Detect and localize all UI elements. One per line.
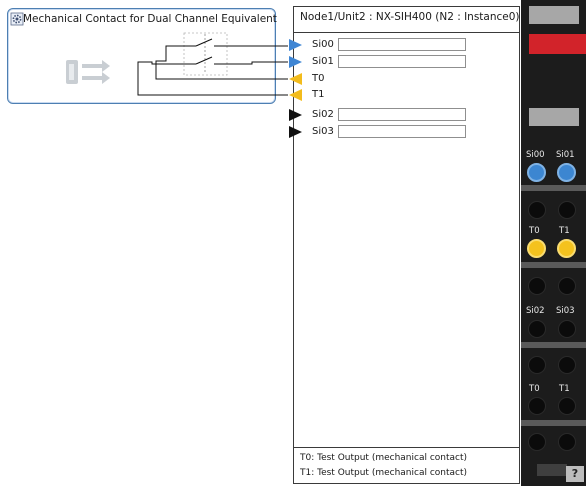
terminal-t1-2 [558, 397, 576, 415]
terminal-label-si03: Si03 [556, 306, 575, 316]
terminal-hole [528, 277, 546, 295]
terminal-hole [528, 433, 546, 451]
pin-input-si01[interactable] [338, 55, 466, 68]
help-button[interactable]: ? [566, 466, 584, 482]
terminal-si02 [528, 320, 546, 338]
footer-note-t1: T1: Test Output (mechanical contact) [300, 468, 468, 478]
terminal-t0-2 [528, 397, 546, 415]
function-block-title: Mechanical Contact for Dual Channel Equi… [23, 13, 277, 25]
terminal-t1 [557, 239, 576, 258]
pin-input-si03[interactable] [338, 125, 466, 138]
terminal-si03 [558, 320, 576, 338]
pin-input-si02[interactable] [338, 108, 466, 121]
terminal-label-t1-2: T1 [559, 384, 570, 394]
pin-input-si00[interactable] [338, 38, 466, 51]
terminal-label-si01: Si01 [556, 150, 575, 160]
terminal-t0 [527, 239, 546, 258]
pin-label-t0: T0 [312, 73, 325, 84]
terminal-hole [558, 356, 576, 374]
hw-top-cover [529, 6, 579, 24]
terminal-label-t0: T0 [529, 226, 540, 236]
terminal-label-t1: T1 [559, 226, 570, 236]
pin-label-t1: T1 [312, 89, 325, 100]
terminal-hole [528, 201, 546, 219]
terminal-hole [558, 201, 576, 219]
pin-label-si00: Si00 [312, 39, 334, 50]
dual-contact-icon [66, 60, 110, 84]
terminal-hole [558, 277, 576, 295]
unit-panel [293, 6, 520, 484]
terminal-si01 [557, 163, 576, 182]
pin-label-si01: Si01 [312, 56, 334, 67]
terminal-si00 [527, 163, 546, 182]
hw-red-indicator [529, 34, 586, 54]
terminal-hole [528, 356, 546, 374]
terminal-label-si00: Si00 [526, 150, 545, 160]
terminal-hole [558, 433, 576, 451]
footer-note-t0: T0: Test Output (mechanical contact) [300, 453, 468, 463]
hw-mid-cover [529, 108, 579, 126]
terminal-label-si02: Si02 [526, 306, 545, 316]
hw-latch [537, 464, 567, 476]
hardware-unit-image: Si00 Si01 T0 T1 Si02 Si03 T0 T1 [521, 0, 586, 486]
divider [293, 32, 520, 33]
terminal-label-t0-2: T0 [529, 384, 540, 394]
divider [293, 447, 520, 448]
pin-label-si02: Si02 [312, 109, 334, 120]
gear-icon [10, 12, 24, 26]
pin-label-si03: Si03 [312, 126, 334, 137]
unit-title: Node1/Unit2 : NX-SIH400 (N2 : Instance0) [300, 11, 520, 23]
